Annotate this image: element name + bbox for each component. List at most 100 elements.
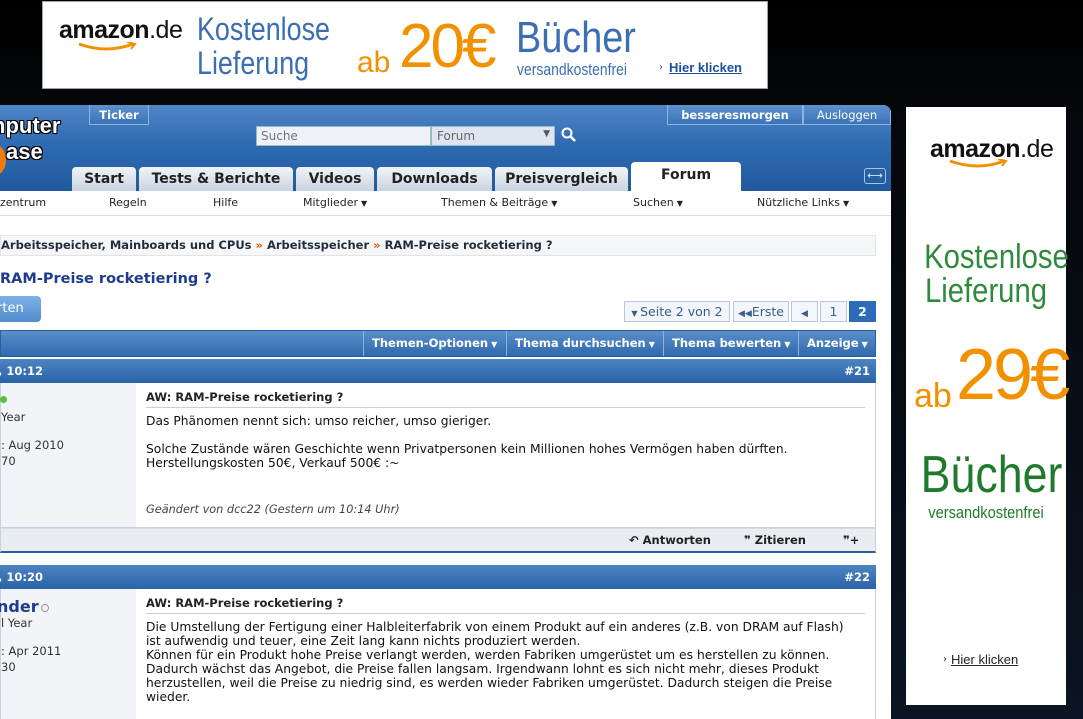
post-body: Year : Aug 2010 70 AW: RAM-Preise rocket…	[0, 383, 876, 528]
chevron-down-icon: ▼	[631, 309, 641, 318]
tab-downloads[interactable]: Downloads	[377, 167, 492, 191]
tab-start[interactable]: Start	[72, 167, 136, 191]
page-2-button[interactable]: 2	[849, 301, 876, 322]
subnav-item-zentrum[interactable]: zentrum	[0, 196, 46, 209]
logout-tab[interactable]: Ausloggen	[803, 105, 891, 125]
user-joined: : Apr 2011	[1, 644, 62, 658]
ad-product: Bücher	[920, 446, 1063, 504]
edited-note: Geändert von dcc22 (Gestern um 10:14 Uhr…	[146, 503, 400, 516]
chevron-right-icon: ›	[659, 62, 663, 73]
reply-button[interactable]: rten	[0, 296, 41, 322]
user-rank: l Year	[1, 616, 33, 630]
subnav-item-links[interactable]: Nützliche Links ▼	[757, 196, 849, 209]
post-text: Das Phänomen nennt sich: umso reicher, u…	[146, 414, 788, 470]
reply-post-button[interactable]: ↶ Antworten	[629, 533, 711, 547]
ad-click-link[interactable]: Hier klicken	[951, 652, 1018, 667]
search-input[interactable]	[256, 126, 431, 146]
page-title: RAM-Preise rocketiering ?	[0, 271, 212, 287]
tab-preisvergleich[interactable]: Preisvergleich	[495, 167, 628, 191]
post-number[interactable]: #22	[844, 565, 870, 589]
breadcrumb: Arbeitsspeicher, Mainboards und CPUs» Arb…	[0, 235, 876, 256]
multiquote-icon[interactable]: ❞+	[843, 533, 859, 547]
post-title: AW: RAM-Preise rocketiering ?	[146, 390, 344, 404]
thread-options-menu[interactable]: Themen-Optionen ▼	[363, 331, 506, 356]
breadcrumb-item[interactable]: Arbeitsspeicher	[267, 238, 369, 252]
post-body: nder l Year : Apr 2011 30 AW: RAM-Preise…	[0, 589, 876, 719]
breadcrumb-separator: »	[255, 238, 263, 252]
user-tab[interactable]: besseresmorgen	[667, 105, 803, 125]
subnav-item-regeln[interactable]: Regeln	[109, 196, 147, 209]
subnav-item-hilfe[interactable]: Hilfe	[213, 196, 238, 209]
post-date: , 10:12	[0, 364, 43, 378]
divider	[146, 613, 865, 614]
thread-search-menu[interactable]: Thema durchsuchen ▼	[506, 331, 663, 356]
chevron-down-icon: ▼	[361, 199, 368, 208]
post-footer: ↶ Antworten ❞ Zitieren ❞+	[0, 528, 876, 553]
breadcrumb-current: RAM-Preise rocketiering ?	[384, 238, 553, 252]
post-user-info: Year : Aug 2010 70	[0, 383, 136, 527]
page-info-dropdown[interactable]: ▼ Seite 2 von 2	[624, 301, 730, 322]
chevron-down-icon: ▼	[648, 340, 655, 349]
amazon-logo: amazon.de	[59, 16, 183, 44]
ad-ab: ab	[357, 46, 391, 79]
page-1-button[interactable]: 1	[820, 301, 847, 322]
chevron-down-icon: ▼	[491, 340, 498, 349]
chevron-down-icon: ▼	[842, 199, 850, 208]
post-user-info: nder l Year : Apr 2011 30	[0, 589, 136, 719]
display-mode-menu[interactable]: Anzeige ▼	[798, 331, 875, 356]
search-scope-select[interactable]: Forum ▼	[431, 126, 555, 146]
search-icon[interactable]	[561, 126, 577, 144]
ad-sub: versandkostenfrei	[928, 503, 1044, 522]
ad-line1: Kostenlose	[924, 238, 1069, 276]
chevron-down-icon: ▼	[676, 199, 683, 208]
user-joined: : Aug 2010	[1, 438, 64, 452]
breadcrumb-separator: »	[373, 238, 381, 252]
chevron-right-icon: ›	[943, 654, 947, 665]
amazon-smile-icon	[949, 159, 1008, 168]
ad-product: Bücher	[516, 13, 636, 62]
side-skyscraper-ad[interactable]: amazon.de Kostenlose Lieferung ab 29€ Bü…	[906, 107, 1070, 705]
prev-page-button[interactable]: ◀	[791, 301, 818, 322]
logo-text-1: nputer	[0, 113, 61, 138]
user-postcount: 30	[1, 660, 16, 674]
ad-line1: Kostenlose	[197, 11, 330, 47]
post-header: , 10:12 #21	[0, 359, 876, 383]
post-text: Die Umstellung der Fertigung einer Halbl…	[146, 620, 844, 704]
search-scope-value: Forum	[437, 129, 476, 143]
tab-tests[interactable]: Tests & Berichte	[139, 167, 293, 191]
first-page-button[interactable]: ◀◀Erste	[733, 301, 789, 322]
thread-toolbar: Themen-Optionen ▼ Thema durchsuchen ▼ Them…	[0, 330, 876, 357]
ad-price: 29€	[956, 335, 1070, 415]
subnav-item-themen[interactable]: Themen & Beiträge ▼	[441, 196, 557, 209]
post-header: , 10:20 #22	[0, 565, 876, 589]
tab-forum[interactable]: Forum	[631, 162, 741, 191]
ad-price: 20€	[399, 12, 496, 81]
quote-icon: ❞	[744, 533, 755, 547]
divider	[146, 407, 865, 408]
subnav-item-mitglieder[interactable]: Mitglieder ▼	[303, 196, 367, 209]
chevron-down-icon: ▼	[861, 340, 868, 349]
post-username[interactable]: nder	[0, 597, 39, 616]
chevron-left-icon: ◀	[801, 309, 808, 319]
chevron-down-icon: ▼	[543, 129, 550, 139]
site-header: nputer ase Ticker besseresmorgen Auslogg…	[0, 105, 891, 191]
thread-rate-menu[interactable]: Thema bewerten ▼	[663, 331, 798, 356]
forum-subnav: zentrum Regeln Hilfe Mitglieder ▼ Themen …	[0, 191, 891, 216]
ad-click-link[interactable]: Hier klicken	[669, 60, 742, 75]
chevron-down-icon: ▼	[784, 340, 791, 349]
subnav-item-suchen[interactable]: Suchen ▼	[633, 196, 683, 209]
ad-ab: ab	[914, 377, 952, 415]
forum-frame: nputer ase Ticker besseresmorgen Auslogg…	[0, 105, 891, 719]
post-date: , 10:20	[0, 570, 43, 584]
ticker-tab[interactable]: Ticker	[89, 105, 149, 125]
quote-post-button[interactable]: ❞ Zitieren	[744, 533, 806, 547]
post-number[interactable]: #21	[844, 359, 870, 383]
user-rank: Year	[1, 410, 26, 424]
breadcrumb-item[interactable]: Arbeitsspeicher, Mainboards und CPUs	[1, 238, 252, 252]
top-banner-ad[interactable]: amazon.de Kostenlose Lieferung ab 20€ Bü…	[42, 1, 768, 89]
user-postcount: 70	[1, 454, 16, 468]
offline-status-icon	[41, 604, 49, 612]
tab-videos[interactable]: Videos	[296, 167, 374, 191]
collapse-icon[interactable]: ⟷	[864, 168, 886, 184]
amazon-smile-icon	[78, 42, 137, 51]
